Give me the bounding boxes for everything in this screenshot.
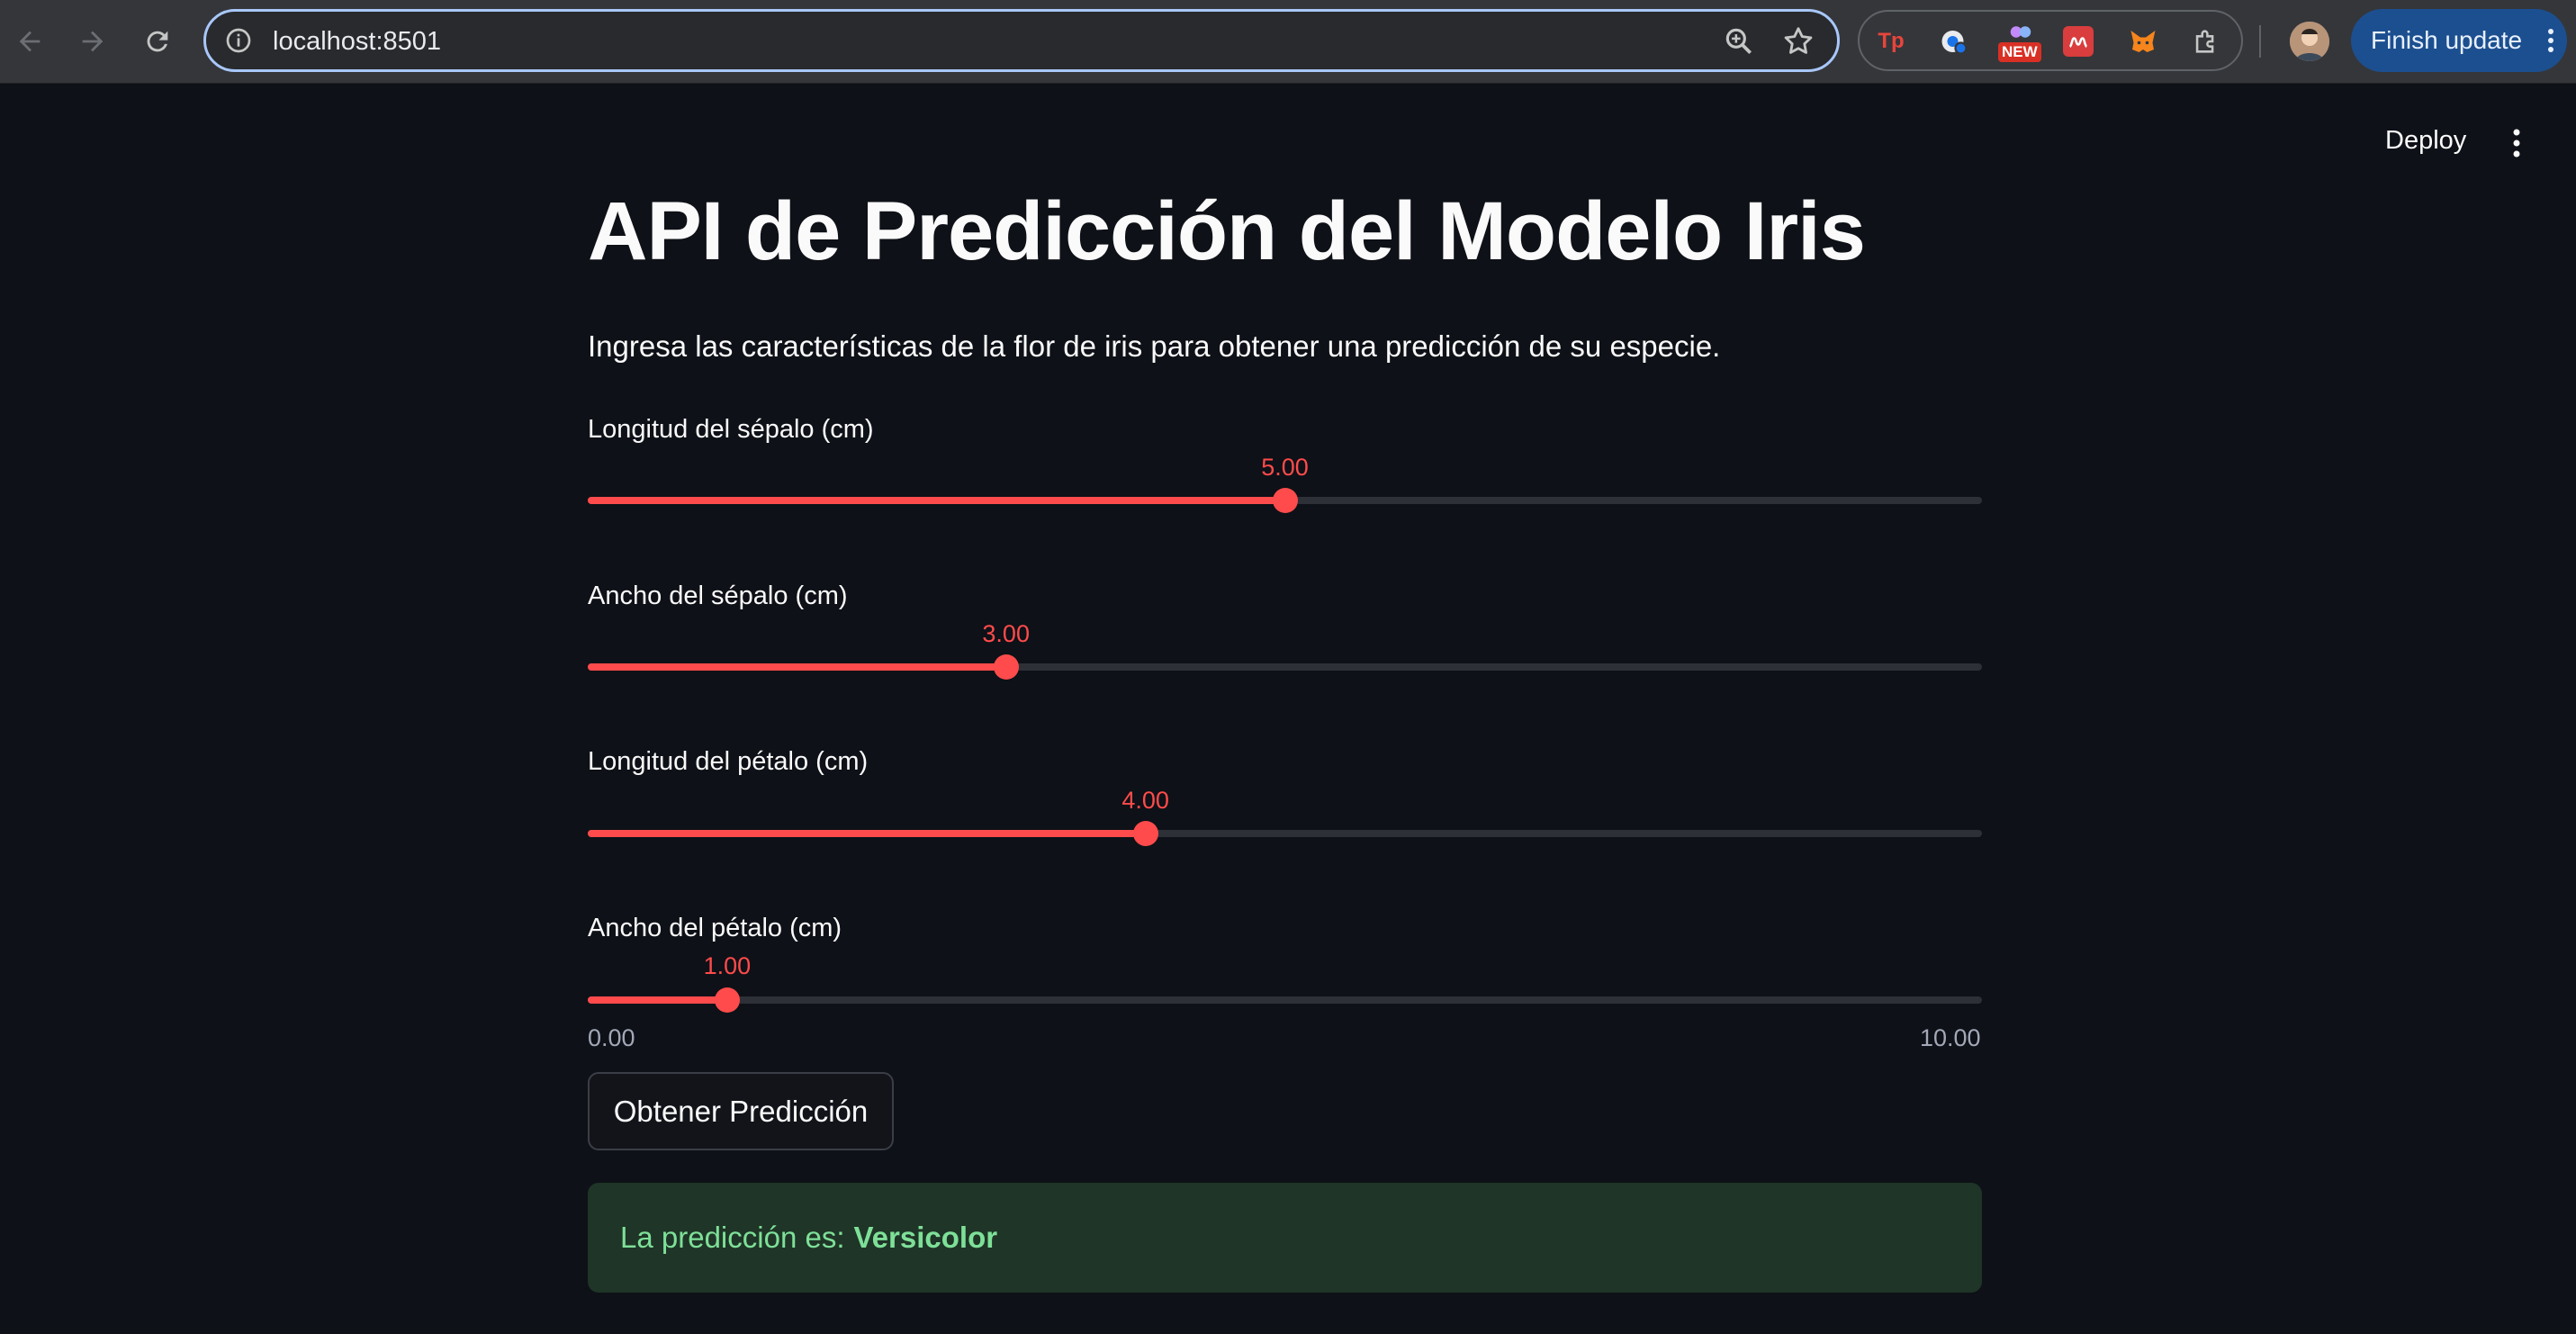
prediction-result-alert: La predicción es: Versicolor (588, 1183, 1982, 1293)
back-button[interactable] (9, 21, 50, 62)
slider-thumb[interactable] (1272, 488, 1298, 513)
slider-thumb[interactable] (1132, 821, 1158, 846)
slider-value: 3.00 (982, 620, 1030, 647)
prediction-species: Versicolor (853, 1221, 998, 1254)
main-menu-icon[interactable] (2506, 128, 2527, 158)
deploy-button[interactable]: Deploy (2385, 126, 2466, 156)
zoom-icon[interactable] (1722, 24, 1756, 59)
slider-thumb[interactable] (714, 987, 740, 1013)
reload-icon (147, 31, 168, 52)
finish-update-button[interactable]: Finish update (2351, 9, 2567, 72)
get-prediction-button[interactable]: Obtener Predicción (588, 1072, 894, 1150)
page-subtitle: Ingresa las características de la flor d… (588, 329, 1721, 363)
profile-avatar[interactable] (2290, 22, 2329, 61)
slider-fill (588, 830, 1146, 837)
tp-extension-icon[interactable]: Tp (1874, 24, 1908, 59)
slider-track[interactable] (588, 488, 1982, 513)
reload-button[interactable] (137, 21, 178, 62)
slider-fill (588, 497, 1285, 504)
slider-label: Longitud del sépalo (cm) (588, 415, 874, 444)
slider-fill (588, 663, 1006, 671)
translate-extension-icon[interactable] (1937, 24, 1971, 59)
page-title: API de Predicción del Modelo Iris (588, 185, 1866, 277)
slider-track[interactable] (588, 821, 1982, 846)
slider-track[interactable] (588, 987, 1982, 1013)
slider-value: 5.00 (1261, 454, 1309, 481)
finish-update-label: Finish update (2371, 26, 2523, 54)
browser-toolbar: localhost:8501 Tp NEW Finish update (0, 0, 2576, 84)
arrow-right-icon (82, 31, 104, 52)
bookmark-star-icon[interactable] (1781, 24, 1815, 59)
slider-value: 4.00 (1121, 787, 1169, 814)
slider-fill (588, 996, 727, 1004)
slider-value: 1.00 (703, 952, 752, 979)
extensions-area: Tp NEW (1858, 10, 2243, 71)
new-badge-extension-icon[interactable]: NEW (1998, 24, 2045, 62)
address-bar[interactable]: localhost:8501 (203, 9, 1840, 72)
slider-label: Ancho del pétalo (cm) (588, 914, 842, 942)
new-badge: NEW (1998, 42, 2041, 62)
slider-min-label: 0.00 (588, 1024, 635, 1051)
slider-max-label: 10.00 (1920, 1024, 1981, 1051)
toolbar-divider (2259, 25, 2261, 58)
url-text[interactable]: localhost:8501 (273, 26, 441, 57)
puzzle-extensions-icon[interactable] (2189, 24, 2223, 59)
arrow-left-icon (19, 31, 41, 52)
forward-button[interactable] (72, 21, 113, 62)
slider-thumb[interactable] (993, 654, 1019, 680)
more-vert-icon (2548, 29, 2553, 52)
slider-label: Longitud del pétalo (cm) (588, 747, 869, 776)
mendeley-extension-icon[interactable] (2063, 26, 2094, 57)
slider-track[interactable] (588, 654, 1982, 680)
slider-label: Ancho del sépalo (cm) (588, 581, 848, 610)
metamask-extension-icon[interactable] (2126, 24, 2160, 59)
site-info-icon[interactable] (224, 26, 253, 55)
prediction-prefix: La predicción es: (620, 1221, 845, 1254)
